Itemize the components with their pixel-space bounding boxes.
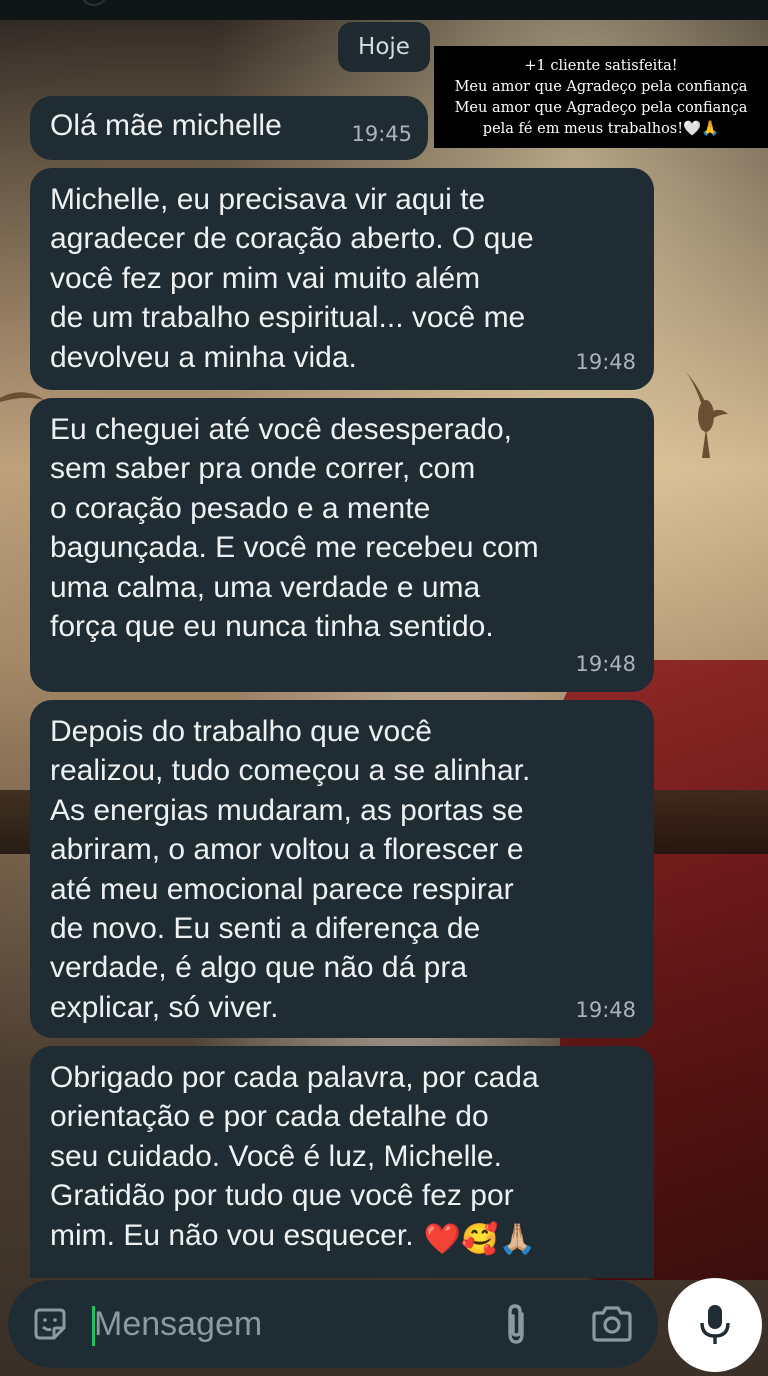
message-input[interactable] [94,1298,474,1350]
overlay-caption-line: pela fé em meus trabalhos!🤍🙏 [482,121,720,137]
paperclip-icon[interactable] [496,1302,536,1346]
sticker-icon[interactable] [30,1304,70,1344]
message-text-last: mim. Eu não vou esquecer. ❤️🥰🙏🏼 [50,1216,634,1259]
message-time: 19:48 [575,349,636,374]
message-text: uma calma, uma verdade e uma [50,570,481,604]
message-text: verdade, é algo que não dá pra [50,951,467,985]
message-time: 19:45 [351,121,412,146]
overlay-caption-line: Meu amor que Agradeço pela confiança [454,79,748,95]
overlay-caption-line: +1 cliente satisfeita! [524,58,678,74]
message-text: As energias mudaram, as portas se [50,793,524,827]
microphone-button[interactable] [668,1278,762,1372]
overlay-caption-line: Meu amor que Agradeço pela confiança [454,100,748,116]
status-bar-notch [80,0,108,6]
message-text: até meu emocional parece respirar [50,872,514,906]
message-text: de um trabalho espiritual... você me [50,301,526,335]
message-text: o coração pesado e a mente [50,491,431,525]
message-text: bagunçada. E você me recebeu com [50,531,539,565]
message-text: Obrigado por cada palavra, por cada [50,1061,539,1094]
bird-icon [684,370,728,458]
message-text: realizou, tudo começou a se alinhar. [50,754,531,788]
message-text: devolveu a minha vida. [50,340,357,374]
message-text: seu cuidado. Você é luz, Michelle. [50,1139,502,1173]
message-time: 19:48 [575,997,636,1022]
message-bubble[interactable]: Eu cheguei até você desesperado, sem sab… [30,398,654,692]
status-bar [0,0,768,20]
message-time: 19:48 [575,651,636,676]
message-text: mim. Eu não vou esquecer. [50,1218,414,1252]
message-text: agradecer de coração aberto. O que [50,222,534,256]
message-text: você fez por mim vai muito além [50,261,481,295]
message-text: sem saber pra onde correr, com [50,452,476,486]
overlay-caption: +1 cliente satisfeita! Meu amor que Agra… [434,46,768,148]
microphone-icon [700,1305,730,1344]
message-bubble[interactable]: Obrigado por cada palavra, por cada orie… [30,1046,654,1278]
emoji-reaction: ❤️🥰🙏🏼 [423,1222,536,1256]
message-text: abriram, o amor voltou a florescer e [50,833,524,867]
message-text: Gratidão por tudo que você fez por [50,1179,514,1213]
message-text: força que eu nunca tinha sentido. [50,610,494,644]
message-bubble[interactable]: Olá mãe michelle 19:45 [30,96,428,160]
message-bubble[interactable]: Depois do trabalho que você realizou, tu… [30,700,654,1038]
message-bubble[interactable]: Michelle, eu precisava vir aqui te agrad… [30,168,654,390]
message-text: Depois do trabalho que você [50,715,432,748]
message-composer[interactable] [8,1280,658,1368]
message-text: explicar, só viver. [50,990,279,1024]
message-text: Michelle, eu precisava vir aqui te [50,183,486,216]
camera-icon[interactable] [590,1304,634,1344]
message-text: de novo. Eu senti a diferença de [50,912,481,946]
message-text: Eu cheguei até você desesperado, [50,413,512,446]
date-chip: Hoje [338,22,430,72]
message-text: orientação e por cada detalhe do [50,1100,489,1134]
